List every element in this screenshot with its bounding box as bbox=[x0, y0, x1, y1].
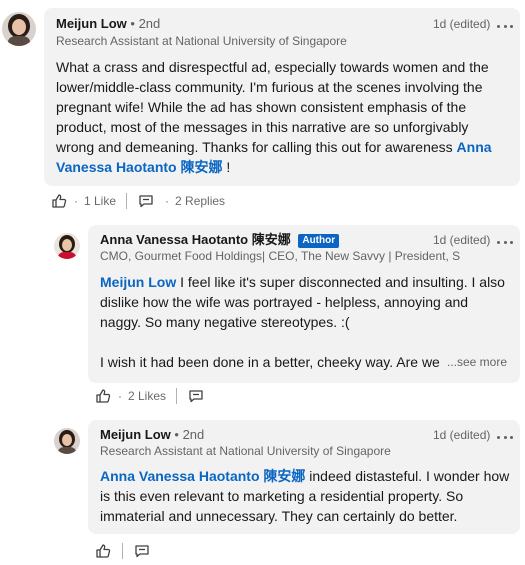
avatar[interactable] bbox=[54, 428, 80, 454]
reply-text: Anna Vanessa Haotanto 陳安娜 indeed distast… bbox=[100, 466, 510, 526]
reply-timestamp: 1d (edited) bbox=[433, 428, 491, 442]
like-count[interactable]: 1 Like bbox=[84, 194, 116, 208]
separator-dot: · bbox=[118, 389, 122, 403]
more-options-icon[interactable] bbox=[497, 429, 513, 445]
author-headline: Research Assistant at National Universit… bbox=[56, 34, 347, 48]
author-badge: Author bbox=[298, 234, 340, 248]
reply-actions bbox=[94, 541, 151, 561]
connection-degree: • 2nd bbox=[130, 16, 161, 31]
comment-text: What a crass and disrespectful ad, espec… bbox=[56, 57, 496, 177]
avatar[interactable] bbox=[2, 12, 36, 46]
like-icon[interactable] bbox=[94, 542, 112, 560]
reply-author-line: Anna Vanessa Haotanto 陳安娜 Author bbox=[100, 232, 340, 248]
separator-dot: · bbox=[74, 194, 78, 208]
reply-icon[interactable] bbox=[133, 542, 151, 560]
separator-dot: · bbox=[165, 194, 170, 208]
reply-text-second: I wish it had been done in a better, che… bbox=[100, 352, 510, 372]
reply-actions: · 2 Likes bbox=[94, 386, 205, 406]
divider bbox=[126, 193, 128, 209]
author-name[interactable]: Anna Vanessa Haotanto 陳安娜 bbox=[100, 232, 291, 247]
reply-body-second: I wish it had been done in a better, che… bbox=[100, 354, 440, 370]
author-name[interactable]: Meijun Low bbox=[56, 16, 127, 31]
like-icon[interactable] bbox=[94, 387, 112, 405]
author-headline: CMO, Gourmet Food Holdings| CEO, The New… bbox=[100, 249, 460, 263]
comment-timestamp: 1d (edited) bbox=[433, 17, 491, 31]
author-headline: Research Assistant at National Universit… bbox=[100, 444, 391, 458]
reply-icon[interactable] bbox=[137, 192, 155, 210]
see-more-link[interactable]: ...see more bbox=[447, 352, 507, 372]
divider bbox=[122, 543, 123, 559]
more-options-icon[interactable] bbox=[497, 18, 513, 34]
reply-author-line: Meijun Low • 2nd bbox=[100, 427, 204, 443]
connection-degree: • 2nd bbox=[174, 427, 205, 442]
reply-text: Meijun Low I feel like it's super discon… bbox=[100, 272, 510, 332]
mention-link[interactable]: Meijun Low bbox=[100, 274, 176, 290]
reply-timestamp: 1d (edited) bbox=[433, 233, 491, 247]
comment-actions: · 1 Like · 2 Replies bbox=[50, 191, 225, 211]
more-options-icon[interactable] bbox=[497, 234, 513, 250]
divider bbox=[176, 388, 178, 404]
like-icon[interactable] bbox=[50, 192, 68, 210]
mention-link[interactable]: Anna Vanessa Haotanto 陳安娜 bbox=[100, 468, 305, 484]
comment-body: What a crass and disrespectful ad, espec… bbox=[56, 59, 489, 155]
avatar[interactable] bbox=[54, 233, 80, 259]
comment-author-line: Meijun Low • 2nd bbox=[56, 16, 160, 32]
author-name[interactable]: Meijun Low bbox=[100, 427, 171, 442]
reply-icon[interactable] bbox=[187, 387, 205, 405]
comment-body-end: ! bbox=[222, 159, 231, 175]
reply-count[interactable]: 2 Replies bbox=[175, 194, 225, 208]
like-count[interactable]: 2 Likes bbox=[128, 389, 166, 403]
